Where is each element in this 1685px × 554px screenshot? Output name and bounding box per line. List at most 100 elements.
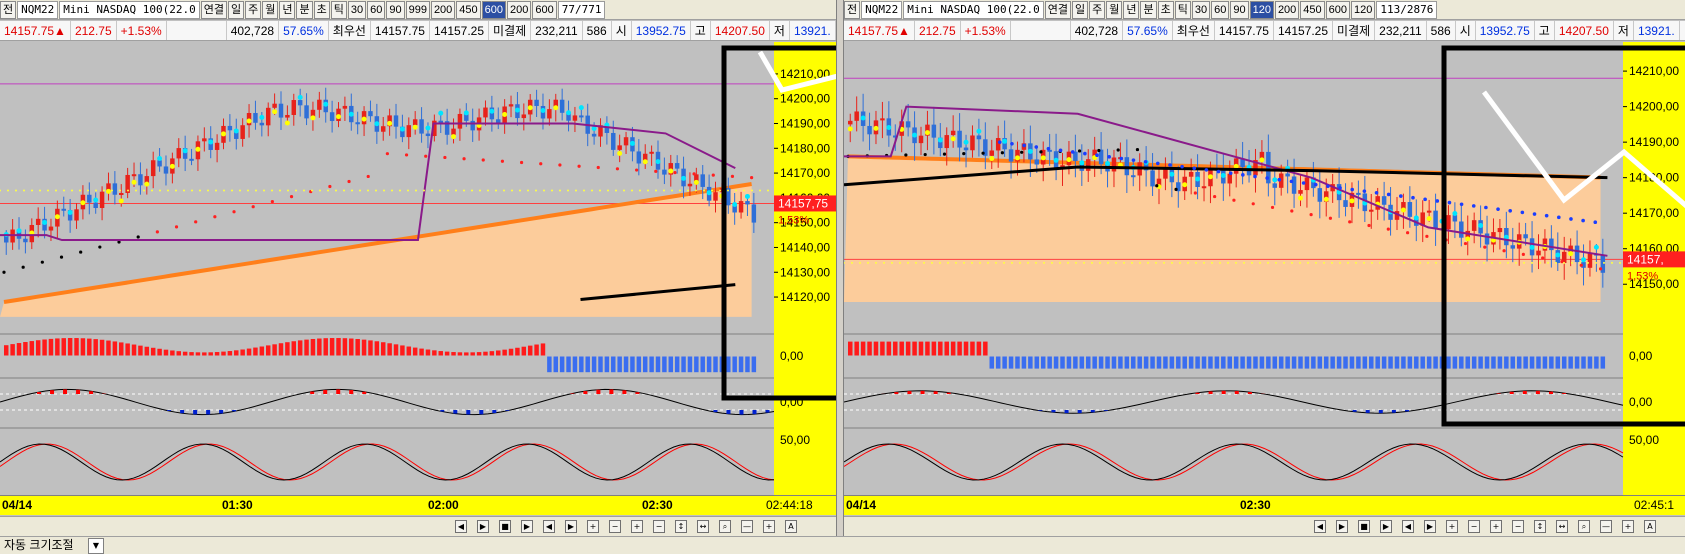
pane-divider[interactable] [836,0,844,536]
chart-nav-button[interactable]: A [1644,520,1656,533]
toolbar-item[interactable]: 전 [0,0,17,19]
toolbar-item[interactable]: 90 [386,0,405,19]
toolbar-item[interactable]: 년 [1123,0,1140,19]
toolbar-item[interactable]: 30 [1191,0,1211,19]
chart-nav-button[interactable]: + [763,520,775,533]
chart-nav-button[interactable]: − [1468,520,1480,533]
chart-pane-right[interactable]: 전 NQM22 Mini NASDAQ 100(22.0 연결 일 주 월 년 분 초 틱 30 60 9… [844,0,1685,536]
chart-nav-button[interactable]: ▶ [521,520,533,533]
toolbar-item[interactable]: 분 [296,0,313,19]
toolbar-item[interactable]: 200 [430,0,456,19]
toolbar-item[interactable]: 90 [1230,0,1249,19]
toolbar-item[interactable]: 일 [227,0,245,19]
toolbar-item[interactable]: 틱 [1174,0,1191,19]
chart-nav-button[interactable]: ↔ [1556,520,1568,533]
toolbar-item[interactable]: 450 [456,0,481,19]
yellow-dot-line [303,189,305,192]
chart-nav-button[interactable]: ⌕ [719,520,731,533]
toolbar-item[interactable]: 초 [313,0,330,19]
price-chart-right[interactable]: 14210,0014200,0014190,0014180,0014170,00… [844,42,1685,495]
blue-dot-line [998,140,1002,144]
chart-nav-button[interactable]: ◀ [543,520,555,533]
toolbar-item[interactable]: 주 [1089,0,1106,19]
price-chart-left[interactable]: 14210,0014200,0014190,0014180,0014170,00… [0,42,836,495]
toolbar-item[interactable]: 113/2876 [1376,0,1438,19]
toolbar-item[interactable]: 200 [507,0,532,19]
candle [317,99,322,110]
toolbar-item[interactable]: 60 [1211,0,1230,19]
toolbar-item[interactable]: 450 [1300,0,1325,19]
chart-nav-button[interactable]: ▶ [1336,520,1348,533]
toolbar-item[interactable]: Mini NASDAQ 100(22.0 [59,0,200,19]
chart-nav-button[interactable]: ↕ [675,520,687,533]
clock: 02:44:18 [766,498,813,512]
macd-bar [496,350,501,356]
yellow-dot-line [859,261,861,264]
chart-nav-button[interactable]: ↔ [697,520,709,533]
toolbar-item[interactable]: 분 [1140,0,1157,19]
toolbar-item[interactable]: 연결 [1044,0,1071,19]
chart-nav-button[interactable]: ▶ [1424,520,1436,533]
candle [591,133,597,137]
chart-pane-left[interactable]: 전 NQM22 Mini NASDAQ 100(22.0 연결 일 주 월 년 분 초 틱 30 60 9… [0,0,836,536]
chart-nav-button[interactable]: ◀ [1314,520,1326,533]
toolbar-item[interactable]: Mini NASDAQ 100(22.0 [903,0,1044,19]
volume: 402,728 [1071,21,1124,40]
macd-bar [662,356,667,373]
chart-nav-button[interactable]: ◀ [455,520,467,533]
chart-nav-button[interactable]: ⌕ [1578,520,1590,533]
trail-dot [1386,227,1390,231]
toolbar-item[interactable]: 120 [1351,0,1376,19]
clock: 02:45:1 [1634,498,1675,512]
chart-nav-button[interactable]: ▶ [477,520,489,533]
chart-nav-button[interactable]: — [741,520,753,533]
toolbar-item[interactable]: NQM22 [861,0,903,19]
chart-nav-button[interactable]: ↕ [1534,520,1546,533]
chart-nav-button[interactable]: — [1600,520,1612,533]
macd-bar [1433,356,1438,369]
toolbar-item[interactable]: 120 [1249,0,1274,19]
chart-nav-button[interactable]: + [1490,520,1502,533]
toolbar-item[interactable]: 년 [279,0,296,19]
chart-nav-button[interactable]: ▶ [1380,520,1392,533]
chart-nav-button[interactable]: − [609,520,621,533]
chart-nav-button[interactable]: A [785,520,797,533]
toolbar-item[interactable]: 전 [844,0,861,19]
toolbar-item[interactable]: 주 [245,0,262,19]
yellow-dot-line [447,189,449,192]
toolbar-item[interactable]: 초 [1157,0,1174,19]
chart-nav-button[interactable]: + [1622,520,1634,533]
toolbar-item[interactable]: 999 [405,0,430,19]
chart-nav-button[interactable]: + [587,520,599,533]
toolbar-item[interactable]: 600 [481,0,507,19]
toolbar-item[interactable]: 일 [1071,0,1089,19]
toolbar-item[interactable]: 60 [367,0,386,19]
toolbar-item[interactable]: NQM22 [17,0,59,19]
signal-dot [629,140,635,146]
chart-nav-button[interactable]: − [653,520,665,533]
toolbar-item[interactable]: 연결 [200,0,227,19]
toolbar-item[interactable]: 월 [262,0,279,19]
trail-dot [1483,245,1487,249]
chart-nav-button[interactable]: ◀ [1402,520,1414,533]
trail-dot [404,153,409,157]
yellow-dot-line [319,189,321,192]
chart-nav-button[interactable]: + [631,520,643,533]
candle [240,125,245,139]
yellow-dot-line [995,261,997,264]
toolbar-item[interactable]: 틱 [330,0,347,19]
macd-bar [873,341,879,356]
macd-bar [681,356,686,373]
chart-nav-button[interactable]: ■ [1358,520,1370,533]
toolbar-item[interactable]: 600 [532,0,557,19]
toolbar-item[interactable]: 200 [1274,0,1300,19]
toolbar-item[interactable]: 77/771 [557,0,606,19]
toolbar-item[interactable]: 월 [1106,0,1123,19]
dropdown-arrow-icon[interactable]: ▼ [88,538,104,554]
chart-nav-button[interactable]: ■ [499,520,511,533]
chart-nav-button[interactable]: + [1446,520,1458,533]
chart-nav-button[interactable]: − [1512,520,1524,533]
chart-nav-button[interactable]: ▶ [565,520,577,533]
toolbar-item[interactable]: 600 [1325,0,1351,19]
toolbar-item[interactable]: 30 [347,0,367,19]
